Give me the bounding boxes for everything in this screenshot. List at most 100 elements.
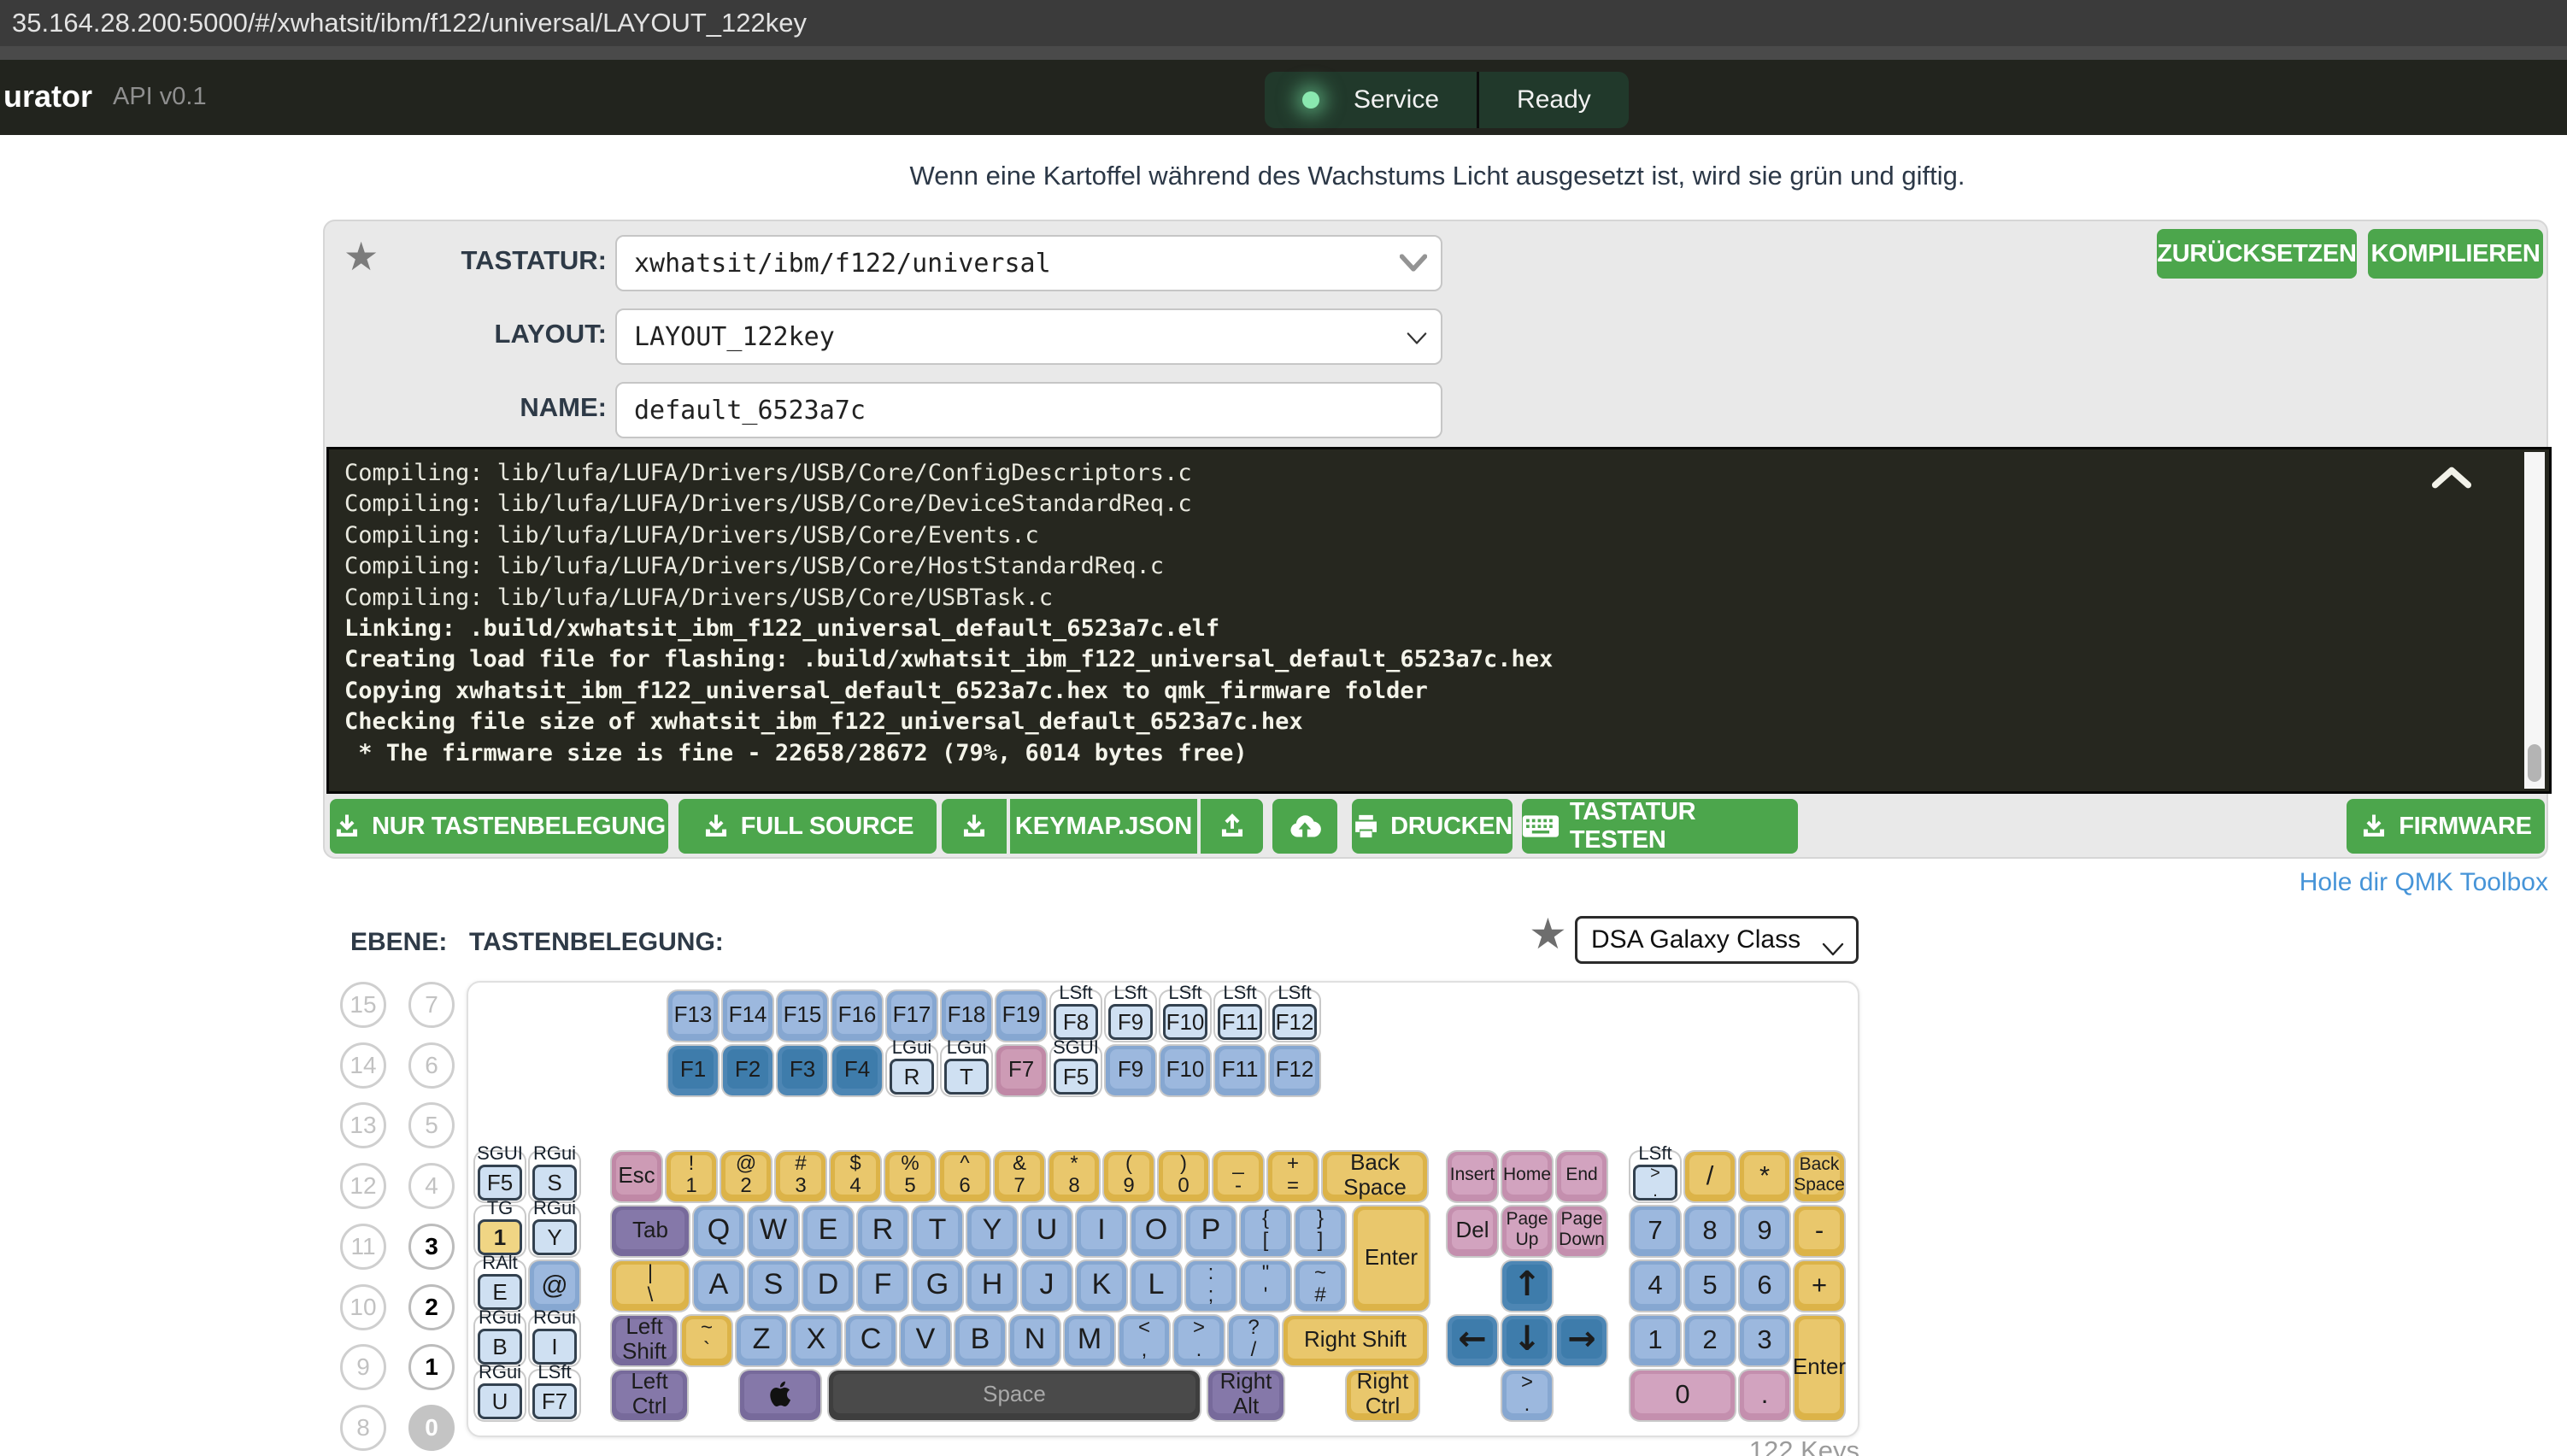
key-home[interactable]: Home (1502, 1152, 1552, 1201)
browser-url-bar[interactable]: 35.164.28.200:5000/#/xwhatsit/ibm/f122/u… (0, 0, 2567, 46)
cloud-upload-button[interactable] (1272, 799, 1337, 854)
key-u[interactable]: RGui U (475, 1361, 525, 1420)
key-f10[interactable]: F10 (1160, 1046, 1210, 1095)
key-3[interactable]: 3 (1740, 1316, 1789, 1365)
key-x[interactable]: X (791, 1316, 841, 1365)
layer-button-13[interactable]: 13 (340, 1102, 386, 1148)
key-j[interactable]: J (1022, 1261, 1072, 1311)
key-1[interactable]: TG 1 (475, 1197, 525, 1256)
key-f11[interactable]: LSft F11 (1215, 982, 1265, 1041)
layer-button-11[interactable]: 11 (340, 1224, 386, 1270)
key-f12[interactable]: LSft F12 (1270, 982, 1319, 1041)
key-space[interactable]: Space (829, 1371, 1200, 1420)
key-arrow-left[interactable]: ← (1448, 1316, 1497, 1365)
key-i[interactable]: RGui I (530, 1306, 579, 1365)
layer-button-1[interactable]: 1 (408, 1344, 455, 1390)
key-r[interactable]: R (858, 1206, 908, 1256)
key-.[interactable]: >. (1502, 1371, 1552, 1420)
compile-button[interactable]: KOMPILIEREN (2368, 229, 2543, 279)
key-=[interactable]: + = (1268, 1152, 1318, 1201)
layer-button-0[interactable]: 0 (408, 1405, 455, 1451)
qmk-toolbox-link[interactable]: Hole dir QMK Toolbox (2300, 868, 2548, 897)
keyboard-select[interactable]: xwhatsit/ibm/f122/universal (615, 235, 1442, 291)
key-k[interactable]: K (1077, 1261, 1126, 1311)
key-][interactable]: }] (1295, 1206, 1345, 1256)
key-7[interactable]: & 7 (995, 1152, 1044, 1201)
layer-button-14[interactable]: 14 (340, 1042, 386, 1089)
key-t[interactable]: T (913, 1206, 962, 1256)
key-arrow-up[interactable]: ↑ (1502, 1261, 1552, 1311)
key-+[interactable]: + (1795, 1261, 1844, 1311)
layer-button-4[interactable]: 4 (408, 1163, 455, 1209)
layer-button-6[interactable]: 6 (408, 1042, 455, 1089)
key-1[interactable]: 1 (1630, 1316, 1680, 1365)
key-4[interactable]: $4 (831, 1152, 880, 1201)
key-n[interactable]: N (1010, 1316, 1060, 1365)
key-end[interactable]: End (1557, 1152, 1607, 1201)
key-f5[interactable]: SGUI F5 (475, 1142, 525, 1201)
key-del[interactable]: Del (1448, 1206, 1497, 1256)
key-w[interactable]: W (749, 1206, 798, 1256)
key-f16[interactable]: F16 (832, 991, 882, 1041)
key-0[interactable]: 0 (1630, 1371, 1735, 1420)
key-f10[interactable]: LSft F10 (1160, 982, 1210, 1041)
key-p[interactable]: P (1186, 1206, 1236, 1256)
key-f3[interactable]: F3 (778, 1046, 827, 1095)
key-i[interactable]: I (1077, 1206, 1126, 1256)
key-f7[interactable]: F7 (996, 1046, 1046, 1095)
key-apple-command[interactable] (740, 1371, 820, 1420)
key--[interactable]: _ - (1213, 1152, 1263, 1201)
key-v[interactable]: V (901, 1316, 950, 1365)
key-,[interactable]: <, (1119, 1316, 1169, 1365)
key-f[interactable]: F (858, 1261, 908, 1311)
key-insert[interactable]: Insert (1448, 1152, 1497, 1201)
key-s[interactable]: S (749, 1261, 798, 1311)
key-f1[interactable]: F1 (668, 1046, 718, 1095)
key-g[interactable]: G (913, 1261, 962, 1311)
layer-button-12[interactable]: 12 (340, 1163, 386, 1209)
key-2[interactable]: @2 (721, 1152, 771, 1201)
key-arrow-right[interactable]: → (1557, 1316, 1607, 1365)
key-f18[interactable]: F18 (942, 991, 991, 1041)
key-*[interactable]: * (1740, 1152, 1789, 1201)
key-back-space[interactable]: Back Space (1794, 1152, 1845, 1201)
key-#[interactable]: ~ # (1295, 1261, 1345, 1311)
key-q[interactable]: Q (694, 1206, 743, 1256)
key-f14[interactable]: F14 (723, 991, 772, 1041)
key-5[interactable]: % 5 (885, 1152, 935, 1201)
key-f5[interactable]: SGUI F5 (1051, 1036, 1101, 1095)
key-8[interactable]: 8 (1685, 1206, 1735, 1256)
key-;[interactable]: :; (1186, 1261, 1236, 1311)
key-6[interactable]: ^ 6 (940, 1152, 990, 1201)
upload-keymap-json-button[interactable] (1201, 799, 1263, 854)
download-keymap-only-button[interactable]: NUR TASTENBELEGUNG (330, 799, 668, 854)
layer-button-15[interactable]: 15 (340, 982, 386, 1028)
key-y[interactable]: Y (967, 1206, 1017, 1256)
key-e[interactable]: RAlt E (475, 1252, 525, 1311)
key-h[interactable]: H (967, 1261, 1017, 1311)
layer-button-10[interactable]: 10 (340, 1284, 386, 1330)
key-f15[interactable]: F15 (778, 991, 827, 1041)
key-9[interactable]: 9 (1740, 1206, 1789, 1256)
key-6[interactable]: 6 (1740, 1261, 1789, 1311)
key-y[interactable]: RGui Y (530, 1197, 579, 1256)
key-f9[interactable]: F9 (1106, 1046, 1155, 1095)
layer-button-8[interactable]: 8 (340, 1405, 386, 1451)
download-keymap-json-button[interactable] (942, 799, 1007, 854)
key-0[interactable]: ) 0 (1159, 1152, 1208, 1201)
key-f19[interactable]: F19 (996, 991, 1046, 1041)
keycap-style-select[interactable]: DSA Galaxy Class (1575, 916, 1859, 964)
key-o[interactable]: O (1131, 1206, 1181, 1256)
key-arrow-down[interactable]: ↓ (1502, 1316, 1552, 1365)
key-'[interactable]: " ' (1241, 1261, 1290, 1311)
key-b[interactable]: B (955, 1316, 1005, 1365)
key--[interactable]: - (1795, 1206, 1844, 1256)
key-r[interactable]: LGui R (887, 1036, 937, 1095)
key-f11[interactable]: F11 (1215, 1046, 1265, 1095)
key-f2[interactable]: F2 (723, 1046, 772, 1095)
key-right-ctrl[interactable]: Right Ctrl (1347, 1369, 1419, 1420)
key-c[interactable]: C (846, 1316, 896, 1365)
key-z[interactable]: Z (737, 1316, 786, 1365)
key-back-space[interactable]: Back Space (1323, 1150, 1427, 1201)
key-2[interactable]: 2 (1685, 1316, 1735, 1365)
